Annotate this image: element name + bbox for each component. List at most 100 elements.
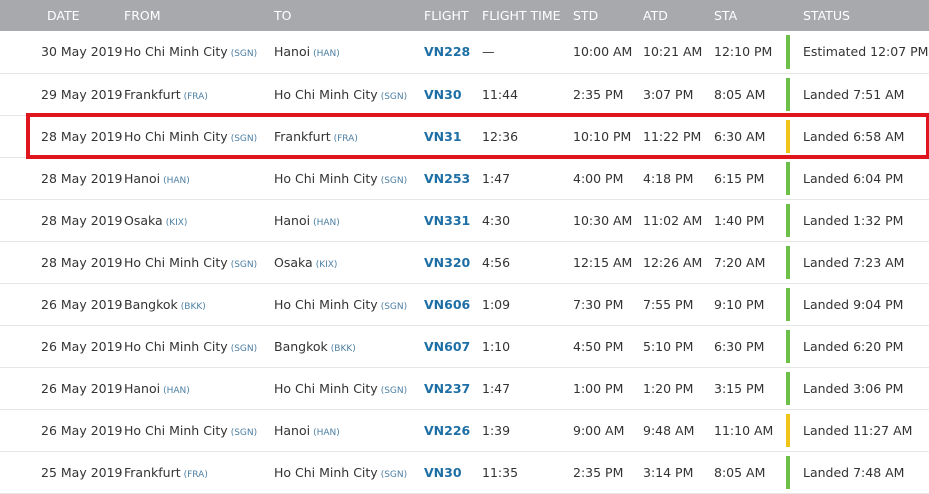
- cell-sta: 6:15 PM: [714, 157, 785, 200]
- col-header-flight[interactable]: FLIGHT: [424, 0, 482, 31]
- status-indicator-bar: [786, 119, 790, 153]
- table-row[interactable]: 26 May 2019 Ho Chi Minh City (SGN) Hanoi (HA…: [0, 409, 929, 452]
- flight-number-link[interactable]: VN606: [424, 297, 470, 312]
- table-row[interactable]: 28 May 2019 Hanoi (HAN) Ho Chi Minh City (SG…: [0, 157, 929, 200]
- to-airport-code: (SGN): [380, 91, 408, 102]
- cell-flight: VN253: [424, 157, 482, 200]
- cell-std: 10:10 PM: [573, 115, 643, 158]
- col-header-sta[interactable]: STA: [714, 0, 785, 31]
- table-row[interactable]: 28 May 2019 Osaka (KIX) Hanoi (HAN) VN331 4:30…: [0, 199, 929, 242]
- to-airport-code: (BKK): [330, 343, 356, 354]
- from-airport-code: (FRA): [183, 469, 208, 480]
- cell-std: 10:00 AM: [573, 31, 643, 74]
- cell-atd: 11:22 PM: [643, 115, 714, 158]
- flight-number-link[interactable]: VN607: [424, 339, 470, 354]
- table-row[interactable]: 25 May 2019 Frankfurt (FRA) Ho Chi Minh Cit…: [0, 451, 929, 494]
- cell-flight: VN606: [424, 283, 482, 326]
- cell-atd: 3:14 PM: [643, 451, 714, 494]
- cell-atd: 4:18 PM: [643, 157, 714, 200]
- flight-number-link[interactable]: VN226: [424, 423, 470, 438]
- status-indicator-bar: [786, 371, 790, 405]
- cell-status: Estimated 12:07 PM: [803, 31, 929, 74]
- flight-number-link[interactable]: VN30: [424, 465, 462, 480]
- cell-to: Ho Chi Minh City (SGN): [274, 283, 424, 326]
- cell-from: Hanoi (HAN): [124, 367, 274, 410]
- cell-date: 26 May 2019: [0, 367, 124, 410]
- col-header-status[interactable]: STATUS: [803, 0, 929, 31]
- cell-sta: 11:10 AM: [714, 409, 785, 452]
- cell-atd: 1:20 PM: [643, 367, 714, 410]
- cell-status: Landed 7:48 AM: [803, 451, 929, 494]
- to-airport-code: (SGN): [380, 175, 408, 186]
- to-airport-code: (SGN): [380, 301, 408, 312]
- cell-flight-time: 11:44: [482, 73, 573, 116]
- to-city: Ho Chi Minh City: [274, 86, 378, 102]
- status-indicator-bar: [786, 161, 790, 195]
- cell-std: 9:00 AM: [573, 409, 643, 452]
- cell-from: Ho Chi Minh City (SGN): [124, 241, 274, 284]
- status-indicator-bar: [786, 35, 790, 69]
- cell-status-indicator: [785, 451, 803, 494]
- flight-number-link[interactable]: VN331: [424, 213, 470, 228]
- to-city: Ho Chi Minh City: [274, 170, 378, 186]
- cell-from: Bangkok (BKK): [124, 283, 274, 326]
- table-row[interactable]: 26 May 2019 Bangkok (BKK) Ho Chi Minh City(…: [0, 283, 929, 326]
- cell-flight-time: 4:30: [482, 199, 573, 242]
- table-row[interactable]: 29 May 2019 Frankfurt (FRA) Ho Chi Minh Cit…: [0, 73, 929, 116]
- table-row[interactable]: 26 May 2019 Hanoi (HAN) Ho Chi Minh City (SG…: [0, 367, 929, 410]
- table-row[interactable]: 28 May 2019 Ho Chi Minh City (SGN) Osaka (KI…: [0, 241, 929, 284]
- cell-to: Hanoi (HAN): [274, 409, 424, 452]
- col-header-atd[interactable]: ATD: [643, 0, 714, 31]
- cell-flight: VN228: [424, 31, 482, 74]
- from-city: Frankfurt: [124, 86, 181, 102]
- cell-std: 2:35 PM: [573, 451, 643, 494]
- to-city: Osaka: [274, 254, 313, 270]
- from-airport-code: (SGN): [230, 133, 258, 144]
- cell-flight-time: 1:10: [482, 325, 573, 368]
- cell-atd: 9:48 AM: [643, 409, 714, 452]
- cell-date: 25 May 2019: [0, 451, 124, 494]
- to-airport-code: (HAN): [313, 427, 340, 438]
- cell-flight-time: 4:56: [482, 241, 573, 284]
- cell-from: Ho Chi Minh City (SGN): [124, 31, 274, 74]
- to-airport-code: (SGN): [380, 469, 408, 480]
- flight-number-link[interactable]: VN237: [424, 381, 470, 396]
- col-header-date[interactable]: DATE: [0, 0, 124, 31]
- cell-to: Bangkok (BKK): [274, 325, 424, 368]
- col-header-from[interactable]: FROM: [124, 0, 274, 31]
- table-row[interactable]: 30 May 2019 Ho Chi Minh City (SGN) Hanoi (HA…: [0, 31, 929, 74]
- to-city: Hanoi: [274, 212, 311, 228]
- flight-number-link[interactable]: VN228: [424, 44, 470, 59]
- table-header: DATE FROM TO FLIGHT FLIGHT TIME STD ATD …: [0, 0, 929, 31]
- col-header-to[interactable]: TO: [274, 0, 424, 31]
- cell-flight-time: 12:36: [482, 115, 573, 158]
- to-city: Ho Chi Minh City: [274, 380, 378, 396]
- cell-from: Ho Chi Minh City (SGN): [124, 115, 274, 158]
- cell-date: 26 May 2019: [0, 283, 124, 326]
- to-city: Frankfurt: [274, 128, 331, 144]
- cell-flight-time: —: [482, 31, 573, 74]
- col-header-std[interactable]: STD: [573, 0, 643, 31]
- cell-status: Landed 7:51 AM: [803, 73, 929, 116]
- from-city: Ho Chi Minh City: [124, 128, 228, 144]
- table-row[interactable]: 28 May 2019 Ho Chi Minh City (SGN) Frankfur…: [0, 115, 929, 158]
- cell-flight: VN237: [424, 367, 482, 410]
- cell-status-indicator: [785, 73, 803, 116]
- col-header-flight-time[interactable]: FLIGHT TIME: [482, 0, 573, 31]
- cell-std: 10:30 AM: [573, 199, 643, 242]
- cell-sta: 6:30 AM: [714, 115, 785, 158]
- cell-atd: 11:02 AM: [643, 199, 714, 242]
- flight-number-link[interactable]: VN320: [424, 255, 470, 270]
- cell-status: Landed 11:27 AM: [803, 409, 929, 452]
- cell-flight: VN607: [424, 325, 482, 368]
- cell-flight: VN331: [424, 199, 482, 242]
- flight-number-link[interactable]: VN30: [424, 87, 462, 102]
- cell-atd: 7:55 PM: [643, 283, 714, 326]
- flight-number-link[interactable]: VN253: [424, 171, 470, 186]
- cell-std: 4:00 PM: [573, 157, 643, 200]
- table-row[interactable]: 26 May 2019 Ho Chi Minh City (SGN) Bangkok(…: [0, 325, 929, 368]
- col-header-status-indicator: [785, 0, 803, 31]
- flight-number-link[interactable]: VN31: [424, 129, 462, 144]
- to-city: Hanoi: [274, 44, 311, 60]
- cell-flight-time: 1:47: [482, 367, 573, 410]
